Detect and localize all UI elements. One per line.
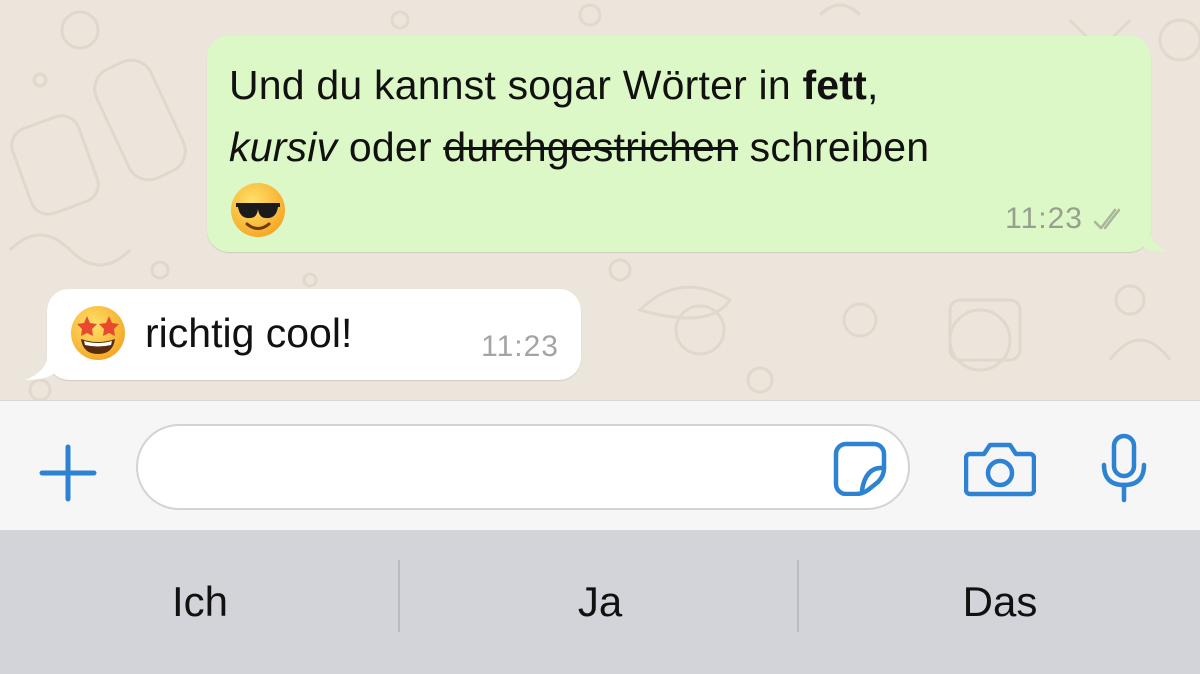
star-struck-emoji-icon — [71, 306, 125, 360]
microphone-icon[interactable] — [1098, 433, 1150, 505]
message-text-part: oder — [337, 124, 444, 170]
message-time: 11:23 — [481, 330, 559, 363]
message-text-part: , — [867, 62, 879, 108]
suggestion-ja[interactable]: Ja — [400, 530, 800, 674]
suggestion-divider — [398, 560, 400, 632]
message-input[interactable] — [136, 424, 910, 510]
bold-word: fett — [802, 62, 867, 108]
bubble-tail — [1139, 224, 1169, 252]
message-text-part: Und du kannst sogar Wörter in — [229, 62, 803, 108]
message-input-bar — [0, 400, 1200, 530]
suggestion-das[interactable]: Das — [800, 530, 1200, 674]
incoming-message-text: richtig cool! — [145, 309, 353, 356]
predictive-text-bar: Ich Ja Das — [0, 530, 1200, 674]
outgoing-message-text: Und du kannst sogar Wörter in fett, kurs… — [229, 54, 1109, 178]
suggestion-divider — [797, 560, 799, 632]
italic-word: kursiv — [229, 124, 338, 170]
outgoing-message-bubble[interactable]: Und du kannst sogar Wörter in fett, kurs… — [207, 36, 1169, 252]
bubble-tail — [25, 352, 57, 380]
incoming-message-content: richtig cool! — [69, 304, 352, 362]
suggestion-ich[interactable]: Ich — [0, 530, 400, 674]
message-time: 11:23 — [1005, 202, 1083, 235]
camera-icon[interactable] — [964, 438, 1036, 498]
outgoing-message-meta: 11:23 — [1005, 202, 1131, 236]
incoming-message-meta: 11:23 — [481, 330, 559, 364]
sunglasses-emoji-icon — [231, 183, 285, 237]
message-text-part: schreiben — [738, 124, 930, 170]
chat-area[interactable]: Und du kannst sogar Wörter in fett, kurs… — [0, 0, 1200, 400]
plus-icon[interactable] — [36, 441, 100, 505]
read-checkmarks-icon — [1093, 208, 1121, 230]
sticker-icon[interactable] — [832, 440, 888, 496]
strikethrough-word: durchgestrichen — [443, 124, 739, 170]
incoming-message-bubble[interactable]: richtig cool! 11:23 — [25, 289, 581, 380]
